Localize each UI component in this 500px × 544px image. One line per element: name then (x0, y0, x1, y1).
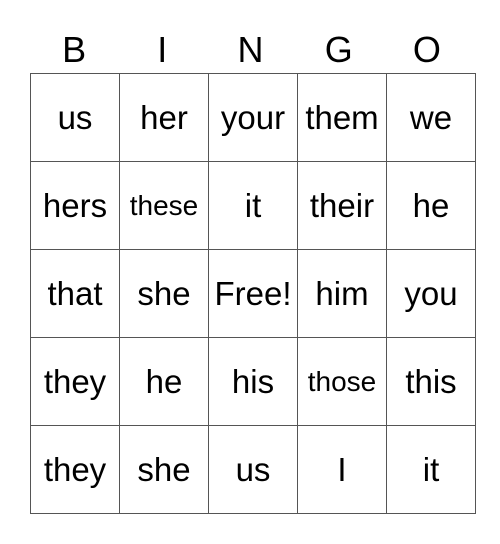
bingo-cell[interactable]: he (386, 161, 476, 250)
grid-row: hers these it their he (30, 161, 476, 250)
bingo-card-grid: us her your them we hers these it their … (30, 73, 476, 514)
grid-row: that she Free! him you (30, 249, 476, 338)
bingo-cell[interactable]: we (386, 73, 476, 162)
header-letter-o: O (412, 29, 441, 70)
bingo-cell[interactable]: them (297, 73, 387, 162)
bingo-cell[interactable]: I (297, 425, 387, 514)
header-letter-g: G (324, 29, 353, 70)
bingo-cell[interactable]: hers (30, 161, 120, 250)
bingo-cell[interactable]: us (208, 425, 298, 514)
bingo-cell[interactable]: him (297, 249, 387, 338)
bingo-cell[interactable]: their (297, 161, 387, 250)
bingo-cell[interactable]: you (386, 249, 476, 338)
header-letter-n: N (237, 29, 264, 70)
free-space-cell[interactable]: Free! (208, 249, 298, 338)
bingo-cell[interactable]: he (119, 337, 209, 426)
bingo-cell[interactable]: us (30, 73, 120, 162)
bingo-cell[interactable]: her (119, 73, 209, 162)
bingo-cell[interactable]: it (386, 425, 476, 514)
bingo-cell[interactable]: they (30, 337, 120, 426)
header-letter-i: I (157, 29, 168, 70)
bingo-cell[interactable]: these (119, 161, 209, 250)
bingo-cell[interactable]: she (119, 249, 209, 338)
grid-row: they he his those this (30, 337, 476, 426)
bingo-cell[interactable]: this (386, 337, 476, 426)
grid-row: they she us I it (30, 425, 476, 514)
bingo-cell[interactable]: that (30, 249, 120, 338)
bingo-cell[interactable]: it (208, 161, 298, 250)
bingo-cell[interactable]: those (297, 337, 387, 426)
bingo-header: B I N G O (30, 28, 471, 72)
bingo-cell[interactable]: they (30, 425, 120, 514)
bingo-cell[interactable]: she (119, 425, 209, 514)
bingo-cell[interactable]: your (208, 73, 298, 162)
bingo-cell[interactable]: his (208, 337, 298, 426)
header-letter-b: B (62, 29, 87, 70)
grid-row: us her your them we (30, 73, 476, 162)
